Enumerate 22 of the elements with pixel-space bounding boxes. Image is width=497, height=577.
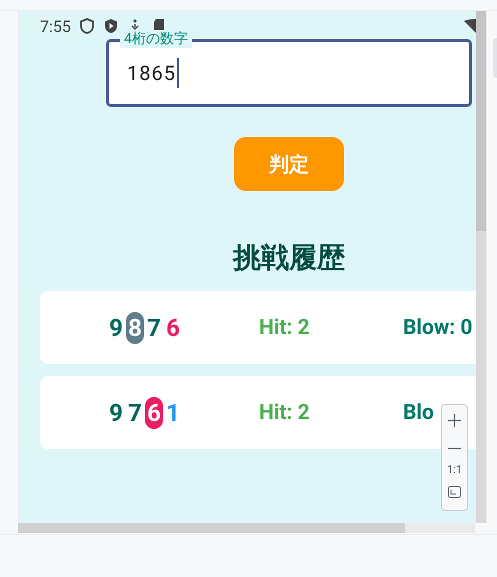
shield-icon bbox=[78, 18, 95, 34]
hit-count: Hit: 2 bbox=[259, 400, 310, 424]
horizontal-scrollbar[interactable] bbox=[18, 523, 475, 533]
digit: 7 bbox=[146, 312, 162, 344]
field-value: 1865 bbox=[127, 61, 176, 85]
digit: 1 bbox=[165, 398, 181, 428]
highlighted-digit: 8 bbox=[126, 312, 144, 344]
digit: 6 bbox=[165, 312, 181, 344]
wifi-icon bbox=[464, 19, 476, 33]
field-label: 4桁の数字 bbox=[120, 30, 192, 48]
blow-count: Blo bbox=[403, 400, 434, 424]
digit: 9 bbox=[108, 398, 124, 428]
digit: 7 bbox=[127, 398, 143, 428]
blow-count: Blow: 0 bbox=[403, 316, 472, 340]
history-title: 挑戦履歴 bbox=[231, 240, 346, 276]
digit: 9 bbox=[108, 312, 124, 344]
vertical-scrollbar[interactable] bbox=[476, 11, 486, 523]
hit-count: Hit: 2 bbox=[259, 316, 310, 340]
status-time: 7:55 bbox=[40, 16, 71, 36]
reset-zoom-button[interactable]: 1:1 bbox=[446, 462, 462, 476]
highlighted-digit: 6 bbox=[145, 396, 163, 428]
play-shield-icon bbox=[102, 18, 119, 34]
